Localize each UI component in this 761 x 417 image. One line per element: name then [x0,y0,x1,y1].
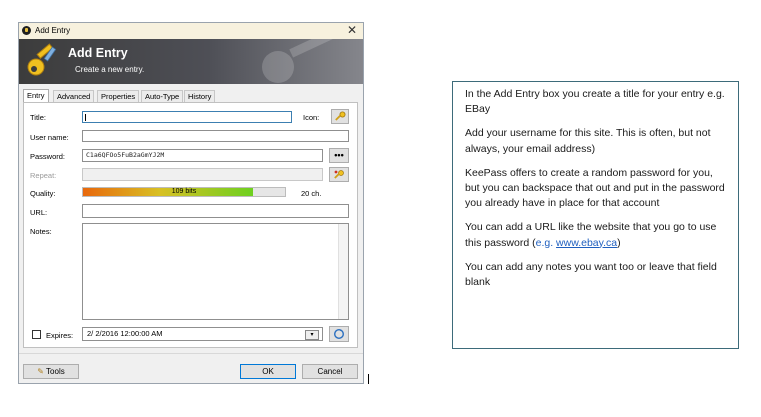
expiry-date-picker[interactable]: 2/ 2/2016 12:00:00 AM ▾ [82,327,323,341]
password-generator-button[interactable] [329,167,349,182]
username-input[interactable] [82,130,349,142]
key-banner-icon [27,43,57,76]
icon-picker-button[interactable] [331,109,349,124]
url-label: URL: [30,208,48,217]
window-title: Add Entry [35,26,71,35]
show-password-button[interactable]: ••• [329,148,349,163]
expires-label: Expires: [46,331,74,340]
close-icon[interactable]: ✕ [347,24,357,37]
expiry-presets-button[interactable] [329,326,349,342]
quality-bits-text: 109 bits [171,188,197,195]
instruction-notes: You can add any notes you want too or le… [465,260,717,289]
ok-button[interactable]: OK [240,364,296,379]
password-length-text: 20 ch. [301,189,322,198]
notes-textarea[interactable] [82,223,349,320]
tab-history[interactable]: History [184,90,216,102]
banner-title: Add Entry [68,46,128,60]
text-cursor-mark [368,374,369,384]
instruction-password: KeePass offers to create a random passwo… [465,166,725,210]
keepass-app-icon [22,26,31,35]
tools-button[interactable]: ✎ Tools [23,364,79,379]
notes-scrollbar[interactable] [338,224,348,319]
repeat-label: Repeat: [30,171,57,180]
notes-label: Notes: [30,227,52,236]
quality-label: Quality: [30,189,56,198]
password-label: Password: [30,152,66,161]
tab-entry[interactable]: Entry [23,89,49,103]
expiry-date-value: 2/ 2/2016 12:00:00 AM [87,329,163,338]
instructions-box: In the Add Entry box you create a title … [452,81,739,349]
instruction-username: Add your username for this site. This is… [465,127,711,155]
username-label: User name: [30,133,69,142]
title-label: Title: [30,113,46,122]
url-input[interactable] [82,204,349,218]
tab-auto-type[interactable]: Auto-Type [141,90,184,102]
ebay-link[interactable]: www.ebay.ca [556,237,617,249]
refresh-icon [333,328,345,340]
window-titlebar[interactable]: Add Entry ✕ [19,23,363,39]
dialog-banner: Add Entry Create a new entry. [19,39,363,84]
password-generator-icon [334,170,344,179]
cancel-button[interactable]: Cancel [302,364,358,379]
tools-button-label: Tools [46,367,65,376]
instruction-title: In the Add Entry box you create a title … [465,88,725,116]
instruction-url-eg: e.g. [535,236,557,249]
banner-watermark-icon [262,39,339,83]
instruction-url-close: ) [617,236,621,249]
icon-label: Icon: [303,113,320,122]
tools-icon: ✎ [37,367,44,376]
tab-properties[interactable]: Properties [97,90,140,102]
text-caret [85,114,86,121]
calendar-dropdown-icon[interactable]: ▾ [305,330,319,340]
key-icon [335,111,346,121]
tab-advanced[interactable]: Advanced [53,90,95,102]
title-input[interactable] [82,111,292,123]
expires-checkbox[interactable] [32,330,41,339]
instruction-url: You can add a URL like the website that … [465,220,730,250]
add-entry-dialog: Add Entry ✕ Add Entry Create a new entry… [18,22,364,384]
repeat-password-input [82,168,323,181]
banner-subtitle: Create a new entry. [75,65,145,74]
password-input[interactable]: C1a6QFOo5FuB2aGmYJ2M [82,149,323,162]
footer-divider [19,353,363,354]
password-quality-bar: 109 bits [82,187,286,197]
